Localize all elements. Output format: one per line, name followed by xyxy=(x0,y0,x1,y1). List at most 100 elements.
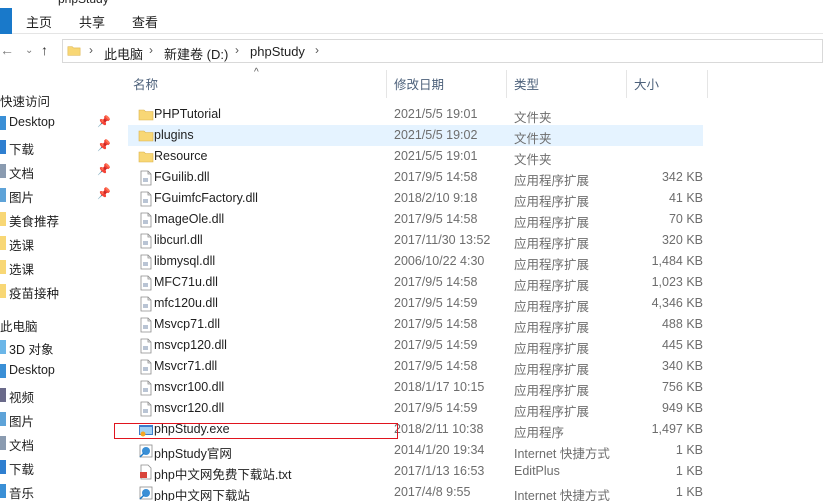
file-type: 应用程序扩展 xyxy=(514,342,590,356)
file-row[interactable]: plugins 2021/5/5 19:02 文件夹 xyxy=(128,125,703,146)
file-name: libcurl.dll xyxy=(154,233,203,247)
file-tab[interactable] xyxy=(0,8,12,34)
file-name: FGuimfcFactory.dll xyxy=(154,191,258,205)
file-row[interactable]: FGuimfcFactory.dll 2018/2/10 9:18 应用程序扩展 41… xyxy=(128,188,703,209)
column-header-size[interactable]: 大小 xyxy=(634,74,659,100)
file-row[interactable]: ImageOle.dll 2017/9/5 14:58 应用程序扩展 70 KB xyxy=(128,209,703,230)
file-size: 949 KB xyxy=(661,401,703,415)
file-modified-date: 2018/2/11 10:38 xyxy=(394,422,484,436)
recent-dropdown-icon[interactable]: ⌄ xyxy=(25,45,33,56)
tab-view[interactable]: 查看 xyxy=(132,12,158,31)
file-name: FGuilib.dll xyxy=(154,170,210,184)
column-header-date[interactable]: 修改日期 xyxy=(394,74,444,100)
file-row[interactable]: Msvcp71.dll 2017/9/5 14:58 应用程序扩展 488 KB xyxy=(128,314,703,335)
title-bar: phpStudy xyxy=(0,0,823,8)
nav-item-pc-downloads[interactable]: 下载 xyxy=(0,456,116,478)
nav-item-courses-2[interactable]: 选课 xyxy=(0,256,116,278)
nav-item-label: 图片 xyxy=(9,191,35,205)
nav-item-music[interactable]: 音乐 xyxy=(0,480,116,501)
file-row[interactable]: libcurl.dll 2017/11/30 13:52 应用程序扩展 320 KB xyxy=(128,230,703,251)
folder-icon xyxy=(138,107,154,123)
nav-item-videos[interactable]: 视频 xyxy=(0,384,116,406)
file-size: 756 KB xyxy=(661,380,703,394)
chevron-right-icon[interactable]: › xyxy=(235,43,239,57)
column-divider[interactable] xyxy=(626,70,627,98)
file-modified-date: 2017/9/5 14:58 xyxy=(394,317,478,331)
nav-item-documents[interactable]: 文档 📌 xyxy=(0,160,116,182)
chevron-right-icon[interactable]: › xyxy=(315,43,319,57)
breadcrumb-this-pc[interactable]: 此电脑 xyxy=(104,44,143,63)
folder-icon xyxy=(0,260,6,274)
file-row[interactable]: msvcr100.dll 2018/1/17 10:15 应用程序扩展 756 KB xyxy=(128,377,703,398)
nav-item-pc-desktop[interactable]: Desktop xyxy=(0,360,116,382)
column-divider[interactable] xyxy=(386,70,387,98)
breadcrumb-drive-d[interactable]: 新建卷 (D:) xyxy=(164,44,228,63)
file-row[interactable]: php中文网下载站 2017/4/8 9:55 Internet 快捷方式 1 KB xyxy=(128,482,703,501)
file-row[interactable]: PHPTutorial 2021/5/5 19:01 文件夹 xyxy=(128,104,703,125)
column-header-name[interactable]: 名称 xyxy=(133,74,158,100)
file-modified-date: 2017/9/5 14:58 xyxy=(394,359,478,373)
this-pc-heading[interactable]: 此电脑 xyxy=(0,316,38,335)
pin-icon: 📌 xyxy=(97,188,111,200)
nav-item-label: 下载 xyxy=(9,463,35,477)
column-header-type[interactable]: 类型 xyxy=(514,74,539,100)
up-arrow-icon[interactable]: ↑ xyxy=(41,42,48,58)
file-name: PHPTutorial xyxy=(154,107,221,121)
file-row[interactable]: phpStudy官网 2014/1/20 19:34 Internet 快捷方式 1 … xyxy=(128,440,703,461)
file-size: 1 KB xyxy=(675,443,703,457)
breadcrumb-phpstudy[interactable]: phpStudy xyxy=(250,44,305,59)
nav-item-label: 视频 xyxy=(9,391,35,405)
file-size: 342 KB xyxy=(661,170,703,184)
file-row[interactable]: libmysql.dll 2006/10/22 4:30 应用程序扩展 1,484 K… xyxy=(128,251,703,272)
file-row[interactable]: php中文网免费下载站.txt 2017/1/13 16:53 EditPlus 1 … xyxy=(128,461,703,482)
file-size: 488 KB xyxy=(661,317,703,331)
nav-item-vaccine[interactable]: 疫苗接种 xyxy=(0,280,116,302)
file-size: 1,484 KB xyxy=(651,254,703,268)
file-size: 340 KB xyxy=(661,359,703,373)
file-type: 应用程序扩展 xyxy=(514,384,590,398)
dll-file-icon xyxy=(138,338,154,354)
file-size: 4,346 KB xyxy=(651,296,703,310)
folder-icon xyxy=(138,128,154,144)
nav-item-courses-1[interactable]: 选课 xyxy=(0,232,116,254)
nav-item-3d-objects[interactable]: 3D 对象 xyxy=(0,336,116,358)
nav-item-pc-pictures[interactable]: 图片 xyxy=(0,408,116,430)
file-size: 1,497 KB xyxy=(651,422,703,436)
quick-access-heading[interactable]: 快速访问 xyxy=(0,91,50,110)
file-name: Msvcp71.dll xyxy=(154,317,220,331)
file-modified-date: 2017/9/5 14:59 xyxy=(394,296,478,310)
pin-icon: 📌 xyxy=(97,164,111,176)
file-modified-date: 2017/9/5 14:58 xyxy=(394,275,478,289)
file-name: mfc120u.dll xyxy=(154,296,218,310)
dll-file-icon xyxy=(138,191,154,207)
chevron-right-icon[interactable]: › xyxy=(89,43,93,57)
file-row[interactable]: msvcp120.dll 2017/9/5 14:59 应用程序扩展 445 KB xyxy=(128,335,703,356)
file-row[interactable]: mfc120u.dll 2017/9/5 14:59 应用程序扩展 4,346 KB xyxy=(128,293,703,314)
nav-item-pc-documents[interactable]: 文档 xyxy=(0,432,116,454)
file-row[interactable]: msvcr120.dll 2017/9/5 14:59 应用程序扩展 949 KB xyxy=(128,398,703,419)
file-type: 应用程序扩展 xyxy=(514,216,590,230)
nav-item-food[interactable]: 美食推荐 xyxy=(0,208,116,230)
nav-item-pictures[interactable]: 图片 📌 xyxy=(0,184,116,206)
address-bar[interactable]: › 此电脑 › 新建卷 (D:) › phpStudy › xyxy=(62,39,823,63)
tab-share[interactable]: 共享 xyxy=(79,12,105,31)
column-divider[interactable] xyxy=(707,70,708,98)
nav-item-downloads[interactable]: 下载 📌 xyxy=(0,136,116,158)
file-row[interactable]: MFC71u.dll 2017/9/5 14:58 应用程序扩展 1,023 KB xyxy=(128,272,703,293)
nav-item-desktop[interactable]: Desktop 📌 xyxy=(0,112,116,134)
document-icon xyxy=(0,436,6,450)
nav-item-label: 选课 xyxy=(9,263,35,277)
file-row[interactable]: FGuilib.dll 2017/9/5 14:58 应用程序扩展 342 KB xyxy=(128,167,703,188)
nav-item-label: 选课 xyxy=(9,239,35,253)
file-row[interactable]: Resource 2021/5/5 19:01 文件夹 xyxy=(128,146,703,167)
file-row[interactable]: Msvcr71.dll 2017/9/5 14:58 应用程序扩展 340 KB xyxy=(128,356,703,377)
file-type: Internet 快捷方式 xyxy=(514,447,610,461)
music-icon xyxy=(0,484,6,498)
column-divider[interactable] xyxy=(506,70,507,98)
file-modified-date: 2017/9/5 14:59 xyxy=(394,338,478,352)
file-name: ImageOle.dll xyxy=(154,212,225,226)
tab-home[interactable]: 主页 xyxy=(26,12,52,31)
chevron-right-icon[interactable]: › xyxy=(149,43,153,57)
back-arrow-icon[interactable]: ← xyxy=(0,42,14,58)
nav-item-label: 文档 xyxy=(9,439,35,453)
